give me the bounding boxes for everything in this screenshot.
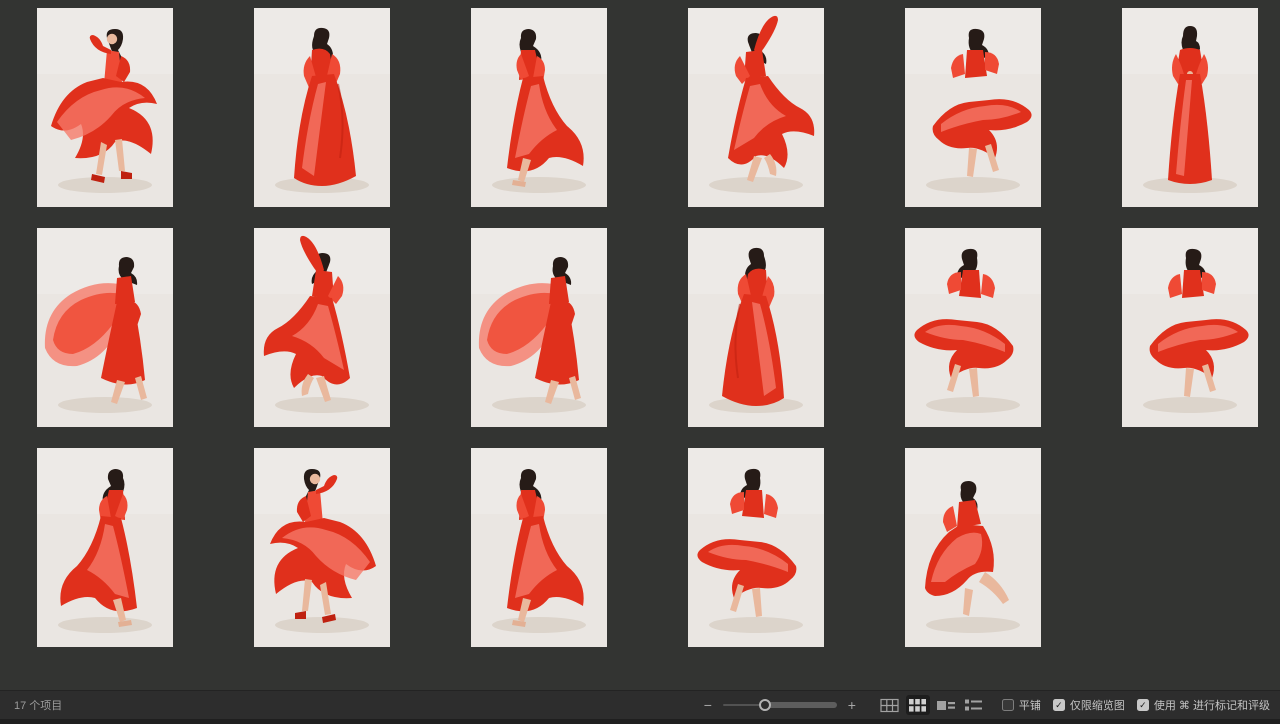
- red-dress-photo: [471, 228, 607, 427]
- photo-thumbnail[interactable]: [471, 448, 607, 647]
- thumbnail-size-slider[interactable]: [723, 697, 837, 713]
- red-dress-photo: [1122, 8, 1258, 207]
- photo-thumbnail[interactable]: [905, 8, 1041, 207]
- red-dress-photo: [905, 8, 1041, 207]
- option-label: 平铺: [1019, 697, 1041, 713]
- grid-view-filled-button[interactable]: [906, 695, 930, 715]
- photo-thumbnail[interactable]: [471, 228, 607, 427]
- red-dress-photo: [37, 8, 173, 207]
- red-dress-photo: [37, 228, 173, 427]
- photo-thumbnail[interactable]: [1122, 228, 1258, 427]
- grid-view-filled-icon: [909, 699, 926, 712]
- zoom-out-button[interactable]: −: [702, 698, 714, 712]
- zoom-in-button[interactable]: +: [846, 698, 858, 712]
- photo-thumbnail[interactable]: [254, 8, 390, 207]
- content-area: [0, 0, 1280, 690]
- option-label: 仅限缩览图: [1070, 697, 1125, 713]
- grid-view-outline-icon: [880, 698, 899, 713]
- red-dress-photo: [688, 448, 824, 647]
- photo-grid: [37, 8, 1259, 647]
- red-dress-photo: [254, 8, 390, 207]
- list-view-button[interactable]: [962, 695, 986, 715]
- photo-thumbnail[interactable]: [905, 228, 1041, 427]
- red-dress-photo: [905, 228, 1041, 427]
- red-dress-photo: [688, 228, 824, 427]
- list-view-icon: [965, 699, 982, 712]
- status-bar: 17 个项目 − + 平铺 ✓ 仅限缩览图 ✓ 使用 ⌘ 进行标记和评级: [0, 690, 1280, 719]
- checkbox-checked-icon[interactable]: ✓: [1137, 699, 1149, 711]
- photo-thumbnail[interactable]: [1122, 8, 1258, 207]
- red-dress-photo: [1122, 228, 1258, 427]
- option-checkboxes: 平铺 ✓ 仅限缩览图 ✓ 使用 ⌘ 进行标记和评级: [1002, 697, 1270, 713]
- checkbox-checked-icon[interactable]: ✓: [1053, 699, 1065, 711]
- option-1[interactable]: ✓ 仅限缩览图: [1053, 697, 1125, 713]
- red-dress-photo: [471, 8, 607, 207]
- details-view-button[interactable]: [934, 695, 958, 715]
- red-dress-photo: [37, 448, 173, 647]
- details-view-icon: [937, 699, 955, 712]
- option-0[interactable]: 平铺: [1002, 697, 1041, 713]
- photo-thumbnail[interactable]: [688, 448, 824, 647]
- grid-view-outline-button[interactable]: [878, 695, 902, 715]
- checkbox-unchecked-icon[interactable]: [1002, 699, 1014, 711]
- slider-track-right: [765, 702, 837, 708]
- photo-thumbnail[interactable]: [37, 228, 173, 427]
- photo-thumbnail[interactable]: [37, 8, 173, 207]
- window-bottom-edge: [0, 719, 1280, 724]
- red-dress-photo: [905, 448, 1041, 647]
- item-count-label: 17 个项目: [14, 697, 62, 713]
- option-2[interactable]: ✓ 使用 ⌘ 进行标记和评级: [1137, 697, 1270, 713]
- red-dress-photo: [254, 228, 390, 427]
- photo-thumbnail[interactable]: [905, 448, 1041, 647]
- view-mode-buttons: [878, 695, 986, 715]
- photo-thumbnail[interactable]: [688, 228, 824, 427]
- photo-thumbnail[interactable]: [471, 8, 607, 207]
- slider-thumb[interactable]: [759, 699, 771, 711]
- photo-thumbnail[interactable]: [688, 8, 824, 207]
- option-label: 使用 ⌘ 进行标记和评级: [1154, 697, 1270, 713]
- photo-thumbnail[interactable]: [37, 448, 173, 647]
- photo-thumbnail[interactable]: [254, 228, 390, 427]
- red-dress-photo: [254, 448, 390, 647]
- thumbnail-size-controls: − +: [702, 697, 858, 713]
- red-dress-photo: [471, 448, 607, 647]
- photo-thumbnail[interactable]: [254, 448, 390, 647]
- red-dress-photo: [688, 8, 824, 207]
